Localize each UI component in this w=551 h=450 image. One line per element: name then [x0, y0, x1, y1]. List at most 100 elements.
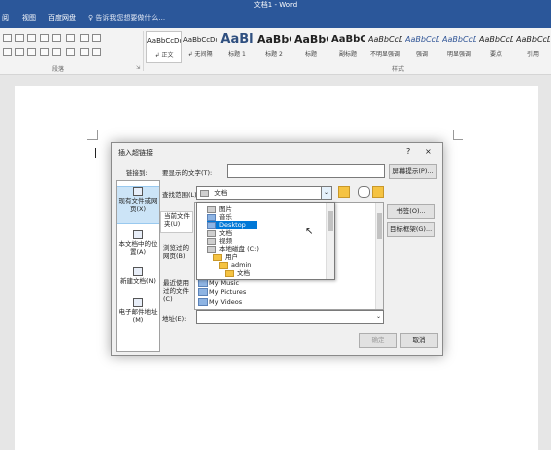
list-item[interactable]: My Videos [195, 298, 375, 308]
borders-icon[interactable] [92, 48, 101, 56]
target-frame-button[interactable]: 目标框架(G)... [387, 222, 435, 237]
dropdown-item-label: 视频 [219, 237, 232, 245]
dropdown-item-label: Desktop [219, 221, 246, 229]
style-name: 标题 2 [265, 51, 283, 58]
bullets-icon[interactable] [3, 34, 12, 42]
address-input[interactable]: ⌄ [196, 310, 384, 324]
crop-mark [87, 139, 97, 140]
folder-icon [207, 245, 216, 253]
folder-icon [207, 213, 216, 221]
style-9[interactable]: AaBbCcD 要点 [479, 31, 513, 61]
style-preview: AaBbCcDd [147, 37, 181, 45]
cancel-button[interactable]: 取消 [400, 333, 438, 348]
dropdown-scrollbar[interactable] [326, 203, 334, 279]
style-1[interactable]: AaBbCcDd ↲ 无间隔 [183, 31, 217, 61]
style-3[interactable]: AaBbC 标题 2 [257, 31, 291, 61]
decrease-indent-icon[interactable] [40, 34, 49, 42]
list-item[interactable]: My Pictures [195, 288, 375, 298]
browse-file-icon[interactable] [372, 186, 384, 198]
link-place-in-document-button[interactable]: 本文档中的位置(A) [117, 230, 159, 260]
scrollbar-thumb[interactable] [377, 213, 382, 239]
subnav-recent-files[interactable]: 最近使用过的文件(C) [160, 279, 193, 303]
dropdown-item-label: 本地磁盘 (C:) [219, 245, 259, 253]
ribbon-tab-partial[interactable]: 阅 [2, 13, 9, 23]
group-label-paragraph: 段落 [52, 66, 65, 73]
justify-icon[interactable] [40, 48, 49, 56]
style-0[interactable]: AaBbCcDd ↲ 正文 [146, 31, 182, 63]
close-icon[interactable]: × [425, 147, 432, 156]
tell-me-box[interactable]: ♀ 告诉我您想要做什么... [88, 13, 165, 23]
folder-icon [219, 261, 228, 269]
show-marks-icon[interactable] [92, 34, 101, 42]
lightbulb-icon: ♀ [88, 14, 94, 22]
style-2[interactable]: AaBl 标题 1 [220, 31, 254, 61]
globe-file-icon [133, 187, 143, 196]
align-right-icon[interactable] [27, 48, 36, 56]
paragraph-launcher-icon[interactable]: ⇲ [136, 65, 140, 71]
dropdown-item[interactable]: Desktop [207, 221, 257, 229]
help-button[interactable]: ? [406, 147, 410, 156]
look-in-select[interactable]: 文档 ⌄ [196, 186, 332, 200]
browse-web-icon[interactable] [358, 186, 370, 198]
mouse-pointer-icon: ↖ [305, 226, 314, 237]
subnav-panel: 当前文件夹(U) 浏览过的网页(B) 最近使用过的文件(C) [160, 202, 193, 330]
look-in-dropdown[interactable]: 图片 音乐 Desktop 文档 视频 本地磁盘 (C:) 用户 admin 文档 [196, 202, 335, 280]
style-name: 副标题 [338, 51, 357, 58]
dropdown-item[interactable]: 文档 [225, 269, 250, 277]
dropdown-item[interactable]: 本地磁盘 (C:) [207, 245, 259, 253]
style-name: 引用 [526, 51, 539, 58]
style-7[interactable]: AaBbCcD 强调 [405, 31, 439, 61]
dropdown-item-label: 音乐 [219, 213, 232, 221]
folder-icon [207, 229, 216, 237]
screentip-button[interactable]: 屏幕提示(P)... [389, 164, 437, 179]
link-new-document-button[interactable]: 新建文档(N) [117, 267, 159, 291]
folder-icon [225, 269, 234, 277]
bookmark-button[interactable]: 书签(O)... [387, 204, 435, 219]
style-10[interactable]: AaBbCcD 引用 [516, 31, 550, 61]
menu-bar: 阅 视图 百度网盘 ♀ 告诉我您想要做什么... [0, 10, 551, 28]
subnav-browsed-pages[interactable]: 浏览过的网页(B) [160, 244, 193, 266]
style-name: ↲ 正文 [154, 52, 174, 59]
chinese-layout-icon[interactable] [66, 34, 75, 42]
line-spacing-icon[interactable] [66, 48, 75, 56]
up-folder-icon[interactable] [338, 186, 350, 198]
style-5[interactable]: AaBbC 副标题 [331, 31, 365, 61]
ribbon-tab-baidu[interactable]: 百度网盘 [48, 13, 76, 23]
align-left-icon[interactable] [3, 48, 12, 56]
ribbon-tab-view[interactable]: 视图 [22, 13, 36, 23]
dropdown-item[interactable]: 用户 [213, 253, 238, 261]
style-4[interactable]: AaBbC 标题 [294, 31, 328, 61]
subnav-current-folder[interactable]: 当前文件夹(U) [160, 211, 193, 233]
multilevel-list-icon[interactable] [27, 34, 36, 42]
chevron-down-icon[interactable]: ⌄ [321, 187, 331, 199]
file-list-scrollbar[interactable] [375, 203, 383, 309]
link-to-label: 链接到: [126, 169, 148, 177]
ribbon: 段落 ⇲ AaBbCcDd ↲ 正文 AaBbCcDd ↲ 无间隔 AaBl 标题 1 Aa… [0, 28, 551, 75]
dropdown-item[interactable]: 视频 [207, 237, 232, 245]
distribute-icon[interactable] [52, 48, 61, 56]
dropdown-item-label: 用户 [225, 253, 238, 261]
scrollbar-thumb[interactable] [328, 211, 333, 231]
ok-button[interactable]: 确定 [359, 333, 397, 348]
link-existing-file-button[interactable]: 现有文件或网页(X) [117, 186, 159, 224]
group-label-styles: 样式 [392, 66, 405, 73]
sort-icon[interactable] [80, 34, 89, 42]
style-name: ↲ 无间隔 [187, 51, 213, 58]
style-8[interactable]: AaBbCcD 明显强调 [442, 31, 476, 61]
dropdown-item[interactable]: 文档 [207, 229, 232, 237]
shading-icon[interactable] [80, 48, 89, 56]
link-email-button[interactable]: 电子邮件地址(M) [117, 298, 159, 328]
dropdown-item[interactable]: admin [219, 261, 251, 269]
dropdown-item[interactable]: 音乐 [207, 213, 232, 221]
style-6[interactable]: AaBbCcD 不明显强调 [368, 31, 402, 61]
display-text-input[interactable] [227, 164, 385, 178]
chevron-down-icon[interactable]: ⌄ [374, 311, 383, 323]
dropdown-item[interactable]: 图片 [207, 205, 232, 213]
style-name: 要点 [489, 51, 502, 58]
folder-icon [207, 205, 216, 213]
increase-indent-icon[interactable] [52, 34, 61, 42]
style-preview: AaBbC [331, 34, 365, 45]
style-preview: AaBbCcD [442, 35, 476, 44]
align-center-icon[interactable] [15, 48, 24, 56]
numbering-icon[interactable] [15, 34, 24, 42]
